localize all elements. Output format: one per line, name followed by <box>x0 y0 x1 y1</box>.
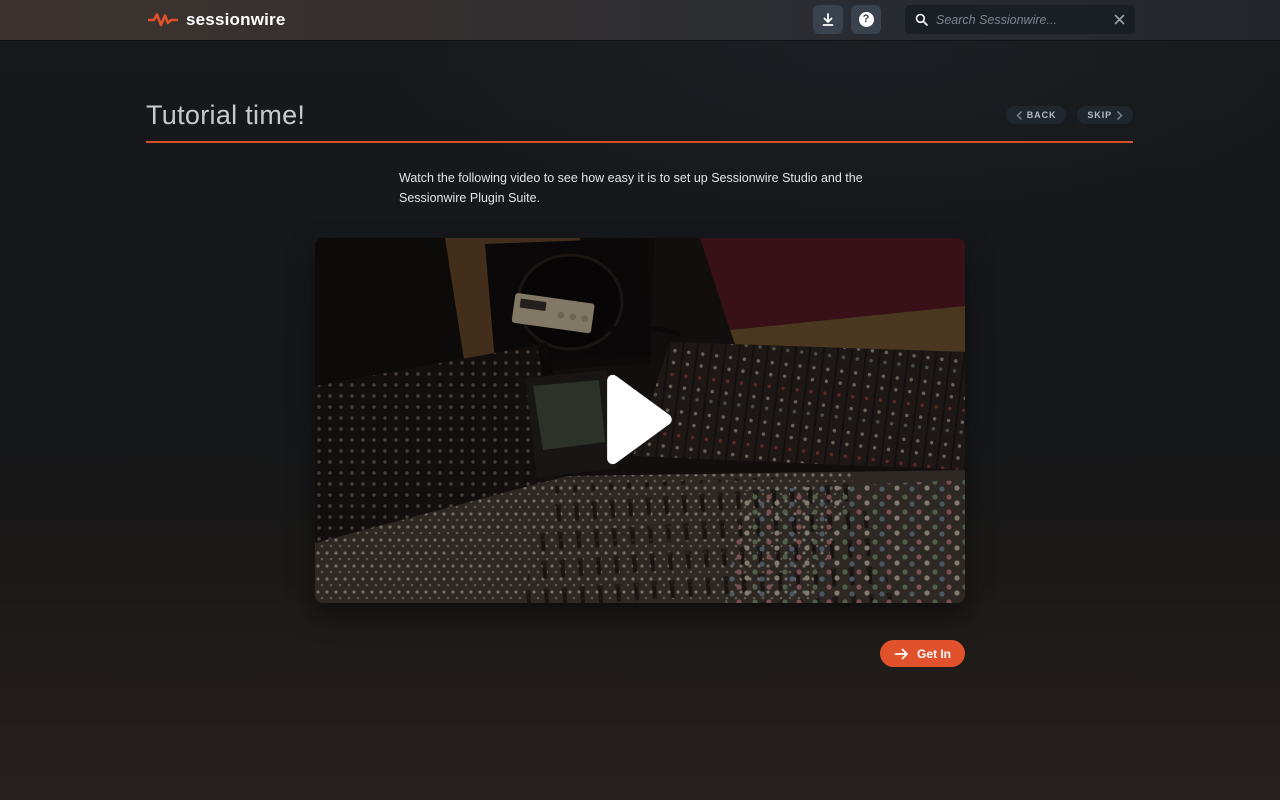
get-in-button[interactable]: Get In <box>880 640 965 667</box>
back-button-label: BACK <box>1027 110 1057 120</box>
skip-button-label: SKIP <box>1087 110 1112 120</box>
help-button[interactable]: ? <box>851 5 881 34</box>
back-button[interactable]: BACK <box>1006 106 1067 124</box>
waveform-logo-icon <box>148 11 178 29</box>
play-button[interactable] <box>600 368 676 473</box>
tutorial-description: Watch the following video to see how eas… <box>399 168 885 208</box>
skip-button[interactable]: SKIP <box>1077 106 1133 124</box>
sessionwire-logo: sessionwire <box>148 0 286 40</box>
top-header-bar: sessionwire ? <box>0 0 1280 40</box>
search-bar <box>905 5 1135 34</box>
play-icon <box>600 368 676 470</box>
search-input[interactable] <box>936 13 1106 27</box>
tutorial-page: sessionwire ? Tutorial time! <box>0 0 1280 800</box>
close-icon <box>1114 14 1125 25</box>
wizard-nav: BACK SKIP <box>1006 106 1133 124</box>
tutorial-video-thumbnail[interactable] <box>315 238 965 603</box>
chevron-left-icon <box>1016 111 1022 120</box>
download-button[interactable] <box>813 5 843 34</box>
page-title: Tutorial time! <box>146 100 305 131</box>
search-icon <box>915 13 928 26</box>
logo-wordmark: sessionwire <box>186 10 286 30</box>
get-in-button-label: Get In <box>917 647 951 661</box>
accent-divider <box>146 141 1133 143</box>
search-clear-button[interactable] <box>1114 14 1125 25</box>
help-icon: ? <box>859 12 874 27</box>
arrow-right-icon <box>894 648 909 660</box>
chevron-right-icon <box>1117 111 1123 120</box>
download-icon <box>821 13 835 27</box>
